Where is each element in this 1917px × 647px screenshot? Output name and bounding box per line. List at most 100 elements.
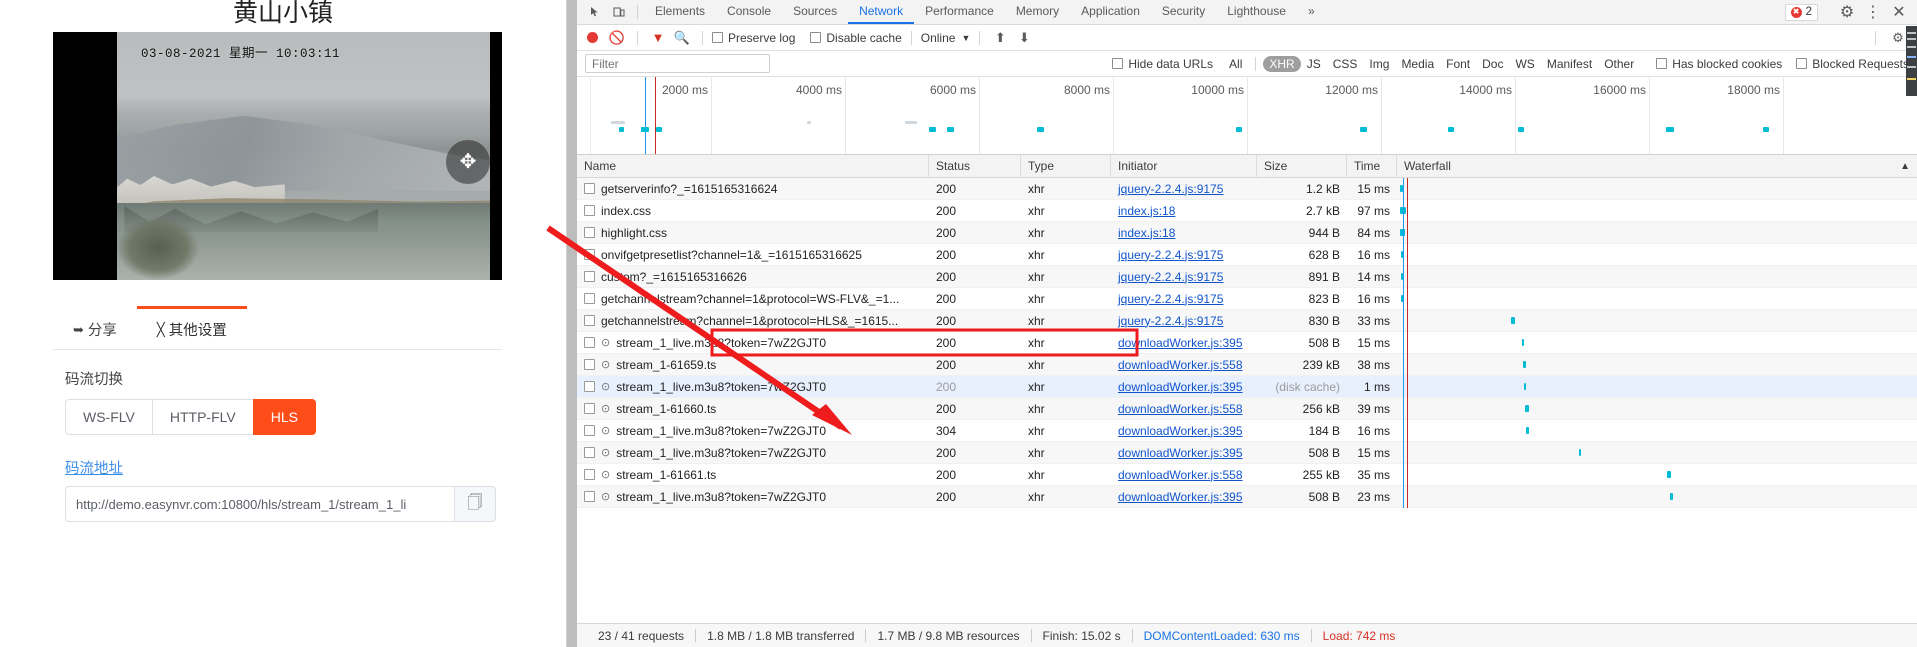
blocked-requests-checkbox[interactable]: Blocked Requests — [1796, 57, 1909, 71]
filter-type-xhr[interactable]: XHR — [1263, 55, 1301, 72]
table-row[interactable]: ⊙ stream_1_live.m3u8?token=7wZ2GJT0 200 xhr… — [577, 485, 1917, 508]
column-header-name[interactable]: Name — [577, 154, 929, 178]
table-row[interactable]: index.css 200 xhr index.js:18 2.7 kB 97 ms — [577, 199, 1917, 222]
initiator-link[interactable]: jquery-2.2.4.js:9175 — [1118, 248, 1223, 262]
row-checkbox[interactable] — [584, 227, 595, 238]
protocol-http-flv-button[interactable]: HTTP-FLV — [151, 399, 254, 435]
column-header-initiator[interactable]: Initiator — [1111, 154, 1257, 178]
row-checkbox[interactable] — [584, 249, 595, 260]
initiator-link[interactable]: jquery-2.2.4.js:9175 — [1118, 292, 1223, 306]
cell-name[interactable]: ⊙ stream_1_live.m3u8?token=7wZ2GJT0 — [577, 420, 929, 442]
network-overview-timeline[interactable]: 2000 ms 4000 ms 6000 ms 8000 ms 10000 ms 1200… — [577, 77, 1917, 155]
cell-initiator[interactable]: jquery-2.2.4.js:9175 — [1111, 178, 1257, 200]
table-row[interactable]: ⊙ stream_1_live.m3u8?token=7wZ2GJT0 200 xhr… — [577, 441, 1917, 464]
initiator-link[interactable]: downloadWorker.js:558 — [1118, 358, 1243, 372]
filter-type-ws[interactable]: WS — [1509, 56, 1540, 72]
cell-name[interactable]: ⊙ stream_1_live.m3u8?token=7wZ2GJT0 — [577, 332, 929, 354]
cell-name[interactable]: ⊙ stream_1-61659.ts — [577, 354, 929, 376]
cell-name[interactable]: ⊙ stream_1_live.m3u8?token=7wZ2GJT0 — [577, 486, 929, 508]
table-row[interactable]: ⊙ stream_1_live.m3u8?token=7wZ2GJT0 200 xhr… — [577, 331, 1917, 354]
close-icon[interactable]: ✕ — [1887, 2, 1911, 22]
row-checkbox[interactable] — [584, 315, 595, 326]
blocked-requests-box[interactable] — [1796, 58, 1808, 69]
row-checkbox[interactable] — [584, 469, 595, 480]
row-checkbox[interactable] — [584, 359, 595, 370]
initiator-link[interactable]: downloadWorker.js:395 — [1118, 490, 1243, 504]
filter-input[interactable] — [585, 54, 770, 73]
initiator-link[interactable]: downloadWorker.js:395 — [1118, 446, 1243, 460]
table-row[interactable]: onvifgetpresetlist?channel=1&_=161516531… — [577, 243, 1917, 266]
table-row[interactable]: custom?_=1615165316626 200 xhr jquery-2.2.4… — [577, 265, 1917, 288]
filter-funnel-icon[interactable]: ▼ — [647, 30, 669, 45]
table-row[interactable]: ⊙ stream_1-61659.ts 200 xhr downloadWorker.j… — [577, 353, 1917, 376]
preserve-log-box[interactable] — [712, 32, 723, 43]
cell-name[interactable]: ⊙ stream_1-61661.ts — [577, 464, 929, 486]
gear-icon[interactable]: ⚙ — [1835, 2, 1859, 22]
has-blocked-cookies-checkbox[interactable]: Has blocked cookies — [1656, 57, 1782, 71]
table-row[interactable]: ⊙ stream_1_live.m3u8?token=7wZ2GJT0 200 xhr… — [577, 375, 1917, 398]
row-checkbox[interactable] — [584, 403, 595, 414]
copy-icon[interactable]: 🗍 — [454, 486, 496, 522]
cell-name[interactable]: highlight.css — [577, 222, 929, 244]
requests-table-body[interactable]: getserverinfo?_=1615165316624 200 xhr jquer… — [577, 178, 1917, 623]
devtools-tab-performance[interactable]: Performance — [914, 0, 1005, 24]
table-row[interactable]: ⊙ stream_1-61660.ts 200 xhr downloadWorker.j… — [577, 397, 1917, 420]
cell-name[interactable]: getserverinfo?_=1615165316624 — [577, 178, 929, 200]
initiator-link[interactable]: jquery-2.2.4.js:9175 — [1118, 270, 1223, 284]
cell-name[interactable]: index.css — [577, 200, 929, 222]
devtools-tab-lighthouse[interactable]: Lighthouse — [1216, 0, 1297, 24]
filter-type-doc[interactable]: Doc — [1476, 56, 1509, 72]
column-header-status[interactable]: Status — [929, 154, 1021, 178]
column-header-type[interactable]: Type — [1021, 154, 1111, 178]
cell-initiator[interactable]: jquery-2.2.4.js:9175 — [1111, 244, 1257, 266]
cell-initiator[interactable]: index.js:18 — [1111, 222, 1257, 244]
filter-type-other[interactable]: Other — [1598, 56, 1640, 72]
cell-name[interactable]: ⊙ stream_1_live.m3u8?token=7wZ2GJT0 — [577, 442, 929, 464]
inspect-cursor-icon[interactable] — [583, 0, 607, 24]
cell-initiator[interactable]: jquery-2.2.4.js:9175 — [1111, 288, 1257, 310]
import-arrow-up-icon[interactable]: ⬆ — [989, 30, 1011, 46]
more-vertical-icon[interactable]: ⋮ — [1861, 2, 1885, 22]
filter-type-img[interactable]: Img — [1363, 56, 1395, 72]
hide-data-urls-box[interactable] — [1112, 58, 1124, 69]
cell-initiator[interactable]: downloadWorker.js:558 — [1111, 398, 1257, 420]
cell-initiator[interactable]: downloadWorker.js:395 — [1111, 486, 1257, 508]
protocol-ws-flv-button[interactable]: WS-FLV — [65, 399, 153, 435]
cell-initiator[interactable]: downloadWorker.js:558 — [1111, 464, 1257, 486]
column-header-waterfall[interactable]: Waterfall ▲ — [1397, 155, 1917, 178]
sort-asc-icon[interactable]: ▲ — [1900, 161, 1910, 172]
disable-cache-checkbox[interactable]: Disable cache — [810, 31, 902, 45]
hide-data-urls-checkbox[interactable]: Hide data URLs — [1112, 57, 1213, 71]
initiator-link[interactable]: downloadWorker.js:395 — [1118, 424, 1243, 438]
filter-type-css[interactable]: CSS — [1327, 56, 1364, 72]
table-row[interactable]: getchannelstream?channel=1&protocol=WS-F… — [577, 287, 1917, 310]
row-checkbox[interactable] — [584, 381, 595, 392]
cell-initiator[interactable]: downloadWorker.js:395 — [1111, 420, 1257, 442]
filter-type-all[interactable]: All — [1223, 56, 1248, 72]
disable-cache-box[interactable] — [810, 32, 822, 43]
initiator-link[interactable]: index.js:18 — [1118, 226, 1175, 240]
row-checkbox[interactable] — [584, 271, 595, 282]
chevron-double-right-icon[interactable]: » — [1297, 0, 1326, 24]
filter-type-manifest[interactable]: Manifest — [1541, 56, 1598, 72]
error-count-badge[interactable]: ✖ 2 — [1784, 3, 1818, 21]
row-checkbox[interactable] — [584, 183, 595, 194]
row-checkbox[interactable] — [584, 447, 595, 458]
table-row[interactable]: getchannelstream?channel=1&protocol=HLS&… — [577, 309, 1917, 332]
column-header-size[interactable]: Size — [1257, 154, 1347, 178]
cell-name[interactable]: onvifgetpresetlist?channel=1&_=161516531… — [577, 244, 929, 266]
preserve-log-checkbox[interactable]: Preserve log — [712, 31, 795, 45]
cell-initiator[interactable]: jquery-2.2.4.js:9175 — [1111, 266, 1257, 288]
row-checkbox[interactable] — [584, 425, 595, 436]
initiator-link[interactable]: downloadWorker.js:395 — [1118, 380, 1243, 394]
row-checkbox[interactable] — [584, 337, 595, 348]
cell-name[interactable]: ⊙ stream_1-61660.ts — [577, 398, 929, 420]
table-row[interactable]: ⊙ stream_1_live.m3u8?token=7wZ2GJT0 304 xhr… — [577, 419, 1917, 442]
column-header-time[interactable]: Time — [1347, 154, 1397, 178]
stream-address-input[interactable] — [65, 486, 454, 522]
clear-no-entry-icon[interactable]: 🚫 — [606, 30, 628, 46]
table-row[interactable]: getserverinfo?_=1615165316624 200 xhr jquer… — [577, 178, 1917, 200]
initiator-link[interactable]: jquery-2.2.4.js:9175 — [1118, 314, 1223, 328]
devtools-tab-sources[interactable]: Sources — [782, 0, 848, 24]
cell-initiator[interactable]: downloadWorker.js:395 — [1111, 332, 1257, 354]
